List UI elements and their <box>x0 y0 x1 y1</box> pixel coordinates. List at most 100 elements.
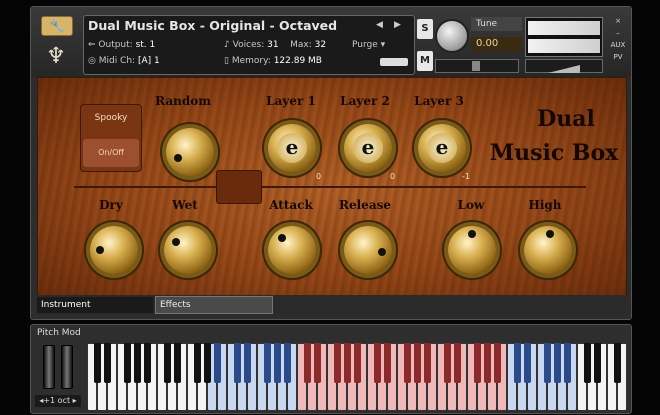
output-icon: ⇐ <box>88 40 99 50</box>
high-knob[interactable] <box>524 226 572 274</box>
black-key[interactable] <box>103 343 111 383</box>
low-knob[interactable] <box>448 226 496 274</box>
black-key[interactable] <box>93 343 101 383</box>
black-key[interactable] <box>243 343 251 383</box>
attack-knob[interactable] <box>268 226 316 274</box>
volume-ramp-icon <box>548 65 580 73</box>
black-key[interactable] <box>383 343 391 383</box>
black-key[interactable] <box>403 343 411 383</box>
output-value: st. 1 <box>135 40 156 50</box>
pan-handle[interactable] <box>472 61 480 71</box>
keyboard-section: Pitch Mod ◂+1 oct ▸ <box>30 324 632 414</box>
antler-logo-icon: ♆ <box>46 44 66 69</box>
layer-2-label: Layer 2 <box>340 94 390 108</box>
release-knob[interactable] <box>344 226 392 274</box>
max-value[interactable]: 32 <box>315 40 326 50</box>
pan-slider[interactable] <box>435 59 519 73</box>
piano-keyboard[interactable] <box>87 343 627 411</box>
pv-button[interactable]: PV <box>609 51 627 63</box>
low-label: Low <box>457 198 485 212</box>
black-key[interactable] <box>333 343 341 383</box>
black-key[interactable] <box>343 343 351 383</box>
panel-tab-bar: Instrument Effects <box>37 295 625 315</box>
black-key[interactable] <box>303 343 311 383</box>
aux-button[interactable]: AUX <box>609 39 627 51</box>
black-key[interactable] <box>203 343 211 383</box>
dry-label: Dry <box>99 198 123 212</box>
black-key[interactable] <box>523 343 531 383</box>
black-key[interactable] <box>413 343 421 383</box>
tune-knob[interactable] <box>435 19 469 53</box>
tab-instrument[interactable]: Instrument <box>37 297 153 313</box>
black-key[interactable] <box>233 343 241 383</box>
release-knob-indicator <box>378 248 386 256</box>
black-key[interactable] <box>273 343 281 383</box>
black-key[interactable] <box>173 343 181 383</box>
black-key[interactable] <box>443 343 451 383</box>
tab-effects[interactable]: Effects <box>155 296 273 314</box>
voices-row: ♪ Voices: 31 Max: 32 <box>224 40 326 50</box>
midi-row[interactable]: ◎ Midi Ch: [A] 1 <box>88 56 160 66</box>
wrench-icon[interactable]: 🔧 <box>41 16 73 36</box>
black-key[interactable] <box>543 343 551 383</box>
volume-slider[interactable] <box>525 59 603 73</box>
black-key[interactable] <box>123 343 131 383</box>
black-key[interactable] <box>483 343 491 383</box>
close-icon[interactable]: × <box>609 15 627 27</box>
layer-1-knob-face: e <box>277 133 307 163</box>
prev-arrow-icon[interactable]: ◀ <box>376 20 383 30</box>
mod-wheel[interactable] <box>61 345 73 389</box>
purge-menu[interactable]: Purge ▾ <box>352 40 385 50</box>
black-key[interactable] <box>513 343 521 383</box>
layer-2-knob[interactable]: e <box>344 124 392 172</box>
minimize-icon[interactable]: – <box>609 27 627 39</box>
pitch-wheel[interactable] <box>43 345 55 389</box>
tune-value[interactable]: 0.00 <box>471 37 522 51</box>
next-arrow-icon[interactable]: ▶ <box>394 20 401 30</box>
layer-3-label: Layer 3 <box>414 94 464 108</box>
level-meter <box>525 17 603 57</box>
black-key[interactable] <box>213 343 221 383</box>
black-key[interactable] <box>193 343 201 383</box>
black-key[interactable] <box>593 343 601 383</box>
random-knob[interactable] <box>166 128 214 176</box>
midi-label: Midi Ch: <box>98 56 136 66</box>
instrument-header: 🔧 ♆ Dual Music Box - Original - Octaved … <box>31 7 631 77</box>
black-key[interactable] <box>613 343 621 383</box>
black-key[interactable] <box>283 343 291 383</box>
black-key[interactable] <box>133 343 141 383</box>
black-key[interactable] <box>163 343 171 383</box>
layer-1-knob[interactable]: e <box>268 124 316 172</box>
black-key[interactable] <box>473 343 481 383</box>
attack-knob-indicator <box>278 234 286 242</box>
black-key[interactable] <box>493 343 501 383</box>
max-label: Max: <box>290 40 312 50</box>
black-key[interactable] <box>553 343 561 383</box>
black-key[interactable] <box>563 343 571 383</box>
voices-icon: ♪ <box>224 40 233 50</box>
black-key[interactable] <box>313 343 321 383</box>
black-key[interactable] <box>263 343 271 383</box>
chevron-down-icon: ▾ <box>380 40 386 50</box>
black-key[interactable] <box>583 343 591 383</box>
spooky-box: Spooky On/Off <box>80 104 142 172</box>
layer-2-knob-face: e <box>353 133 383 163</box>
layer-3-knob[interactable]: e <box>418 124 466 172</box>
black-key[interactable] <box>353 343 361 383</box>
octave-shift-control[interactable]: ◂+1 oct ▸ <box>35 395 81 407</box>
black-key[interactable] <box>453 343 461 383</box>
black-key[interactable] <box>373 343 381 383</box>
dry-knob[interactable] <box>90 226 138 274</box>
output-row[interactable]: ⇐ Output: st. 1 <box>88 40 155 50</box>
random-knob-indicator <box>174 154 182 162</box>
instrument-title[interactable]: Dual Music Box - Original - Octaved ◀ ▶ <box>88 18 410 36</box>
mute-button[interactable]: M <box>417 51 433 71</box>
wet-knob[interactable] <box>164 226 212 274</box>
solo-button[interactable]: S <box>417 19 433 39</box>
spooky-onoff-button[interactable]: On/Off <box>83 139 139 167</box>
spooky-label: Spooky <box>94 113 128 123</box>
black-key[interactable] <box>423 343 431 383</box>
layer-1-label: Layer 1 <box>266 94 316 108</box>
layer-1-value: 0 <box>316 172 322 181</box>
black-key[interactable] <box>143 343 151 383</box>
